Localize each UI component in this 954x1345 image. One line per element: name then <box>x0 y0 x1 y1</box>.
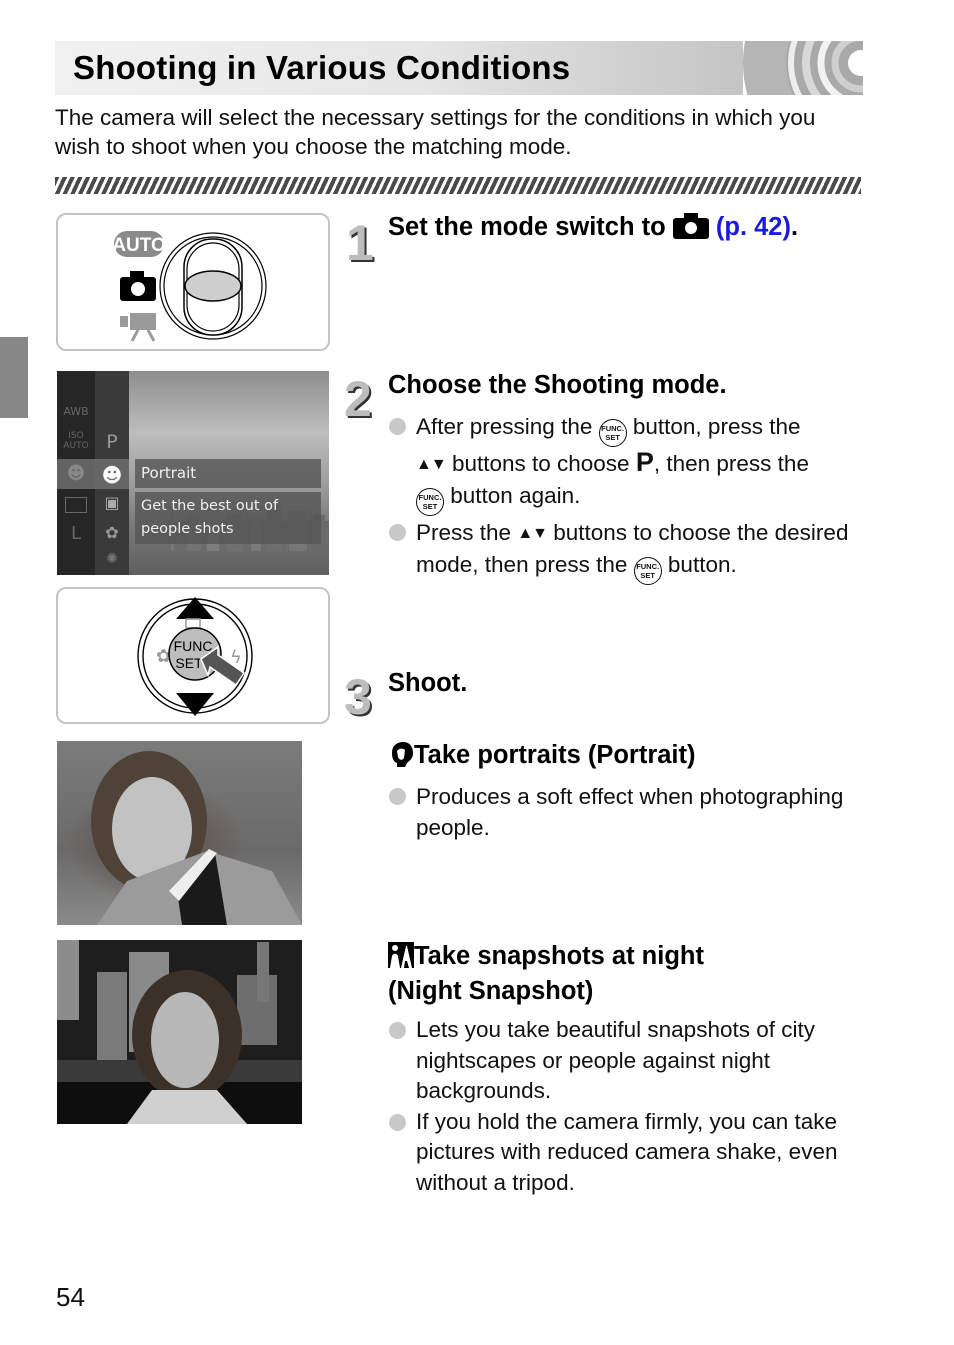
fireworks-mode-icon: ✺ <box>106 551 118 567</box>
title-bar: Shooting in Various Conditions <box>55 41 863 95</box>
portrait-mode-bullets: Produces a soft effect when photographin… <box>389 781 864 843</box>
camera-mode-icon <box>120 271 156 301</box>
iso-auto-icon: ISO AUTO <box>63 431 89 451</box>
portrait-photo-drawing <box>91 751 302 925</box>
lcd-screen-illustration: AWB ISO AUTO P ☻ ☻ ▣ L ✿ ✺ Portrait Get … <box>57 371 329 575</box>
night-photo-drawing <box>57 940 302 1124</box>
night-bullet-1: Lets you take beautiful snapshots of cit… <box>389 1015 864 1107</box>
night-snapshot-icon <box>388 942 414 968</box>
awb-icon: AWB <box>63 405 89 418</box>
mode-switch-drawing: AUTO <box>112 231 267 342</box>
step-number-3: 3 <box>344 669 372 725</box>
portrait-sample-photo <box>57 741 302 925</box>
step-1-heading-text: Set the mode switch to <box>388 213 666 241</box>
step-number-1: 1 <box>346 215 374 271</box>
night-snapshot-sample-photo <box>57 940 302 1124</box>
intro-paragraph: The camera will select the necessary set… <box>55 105 816 159</box>
kids-pets-mode-icon: ✿ <box>105 523 119 542</box>
hatched-divider <box>55 177 861 194</box>
program-mode-icon: P <box>635 447 654 477</box>
switch-knob <box>184 270 242 302</box>
portrait-mode-heading: Take portraits (Portrait) <box>388 741 696 770</box>
program-mode-icon: P <box>106 431 118 453</box>
page-42-link[interactable]: (p. 42) <box>716 213 791 241</box>
step-3-heading: Shoot. <box>388 669 468 697</box>
night-snapshot-mode-icon: ▣ <box>104 493 120 512</box>
portrait-setting-icon: ☻ <box>66 463 86 484</box>
dpad-drawing: ✿ ϟ FUNC. SET <box>137 597 253 716</box>
portrait-bullet-1: Produces a soft effect when photographin… <box>389 781 864 843</box>
svg-text:SET: SET <box>175 655 203 671</box>
step-2-bullet-2: Press the ▲▼ buttons to choose the desir… <box>389 517 864 585</box>
camera-icon <box>672 213 709 239</box>
resolution-l-icon: L <box>70 523 82 544</box>
up-down-buttons-icon: ▲▼ <box>416 456 447 473</box>
step-number-2: 2 <box>344 371 372 427</box>
down-arrow <box>176 693 214 716</box>
step-1-heading: Set the mode switch to (p. 42). <box>388 213 798 242</box>
frame-icon <box>65 497 87 513</box>
step-2-bullets: After pressing the FUNC. SET button, pres… <box>389 411 864 585</box>
chapter-side-tab <box>0 337 28 418</box>
svg-text:FUNC.: FUNC. <box>174 638 217 654</box>
portrait-mode-icon: ☻ <box>101 463 123 487</box>
lcd-mode-name: Portrait <box>135 459 321 488</box>
night-snapshot-heading: Take snapshots at night (Night Snapshot) <box>388 942 704 1005</box>
concentric-rings-decoration <box>743 41 863 95</box>
step-2-heading: Choose the Shooting mode. <box>388 371 727 399</box>
svg-text:AUTO: AUTO <box>112 235 165 256</box>
exposure-icon <box>185 618 201 629</box>
lcd-mode-description: Get the best out of people shots <box>135 492 321 544</box>
night-bullet-2: If you hold the camera firmly, you can t… <box>389 1107 864 1199</box>
func-set-icon: FUNC. SET <box>598 419 627 447</box>
mode-switch-illustration: AUTO <box>56 213 330 351</box>
func-set-icon: FUNC. SET <box>633 557 662 585</box>
movie-mode-icon <box>120 313 156 342</box>
night-snapshot-bullets: Lets you take beautiful snapshots of cit… <box>389 1015 864 1198</box>
step-2-bullet-1: After pressing the FUNC. SET button, pres… <box>389 411 864 516</box>
step-1-period: . <box>790 213 799 241</box>
page-number: 54 <box>56 1282 85 1312</box>
func-set-icon: FUNC. SET <box>416 488 444 516</box>
page-title: Shooting in Various Conditions <box>73 49 571 86</box>
up-down-buttons-icon: ▲▼ <box>517 525 548 542</box>
portrait-icon <box>392 742 413 767</box>
dpad-illustration: ✿ ϟ FUNC. SET <box>56 587 330 724</box>
